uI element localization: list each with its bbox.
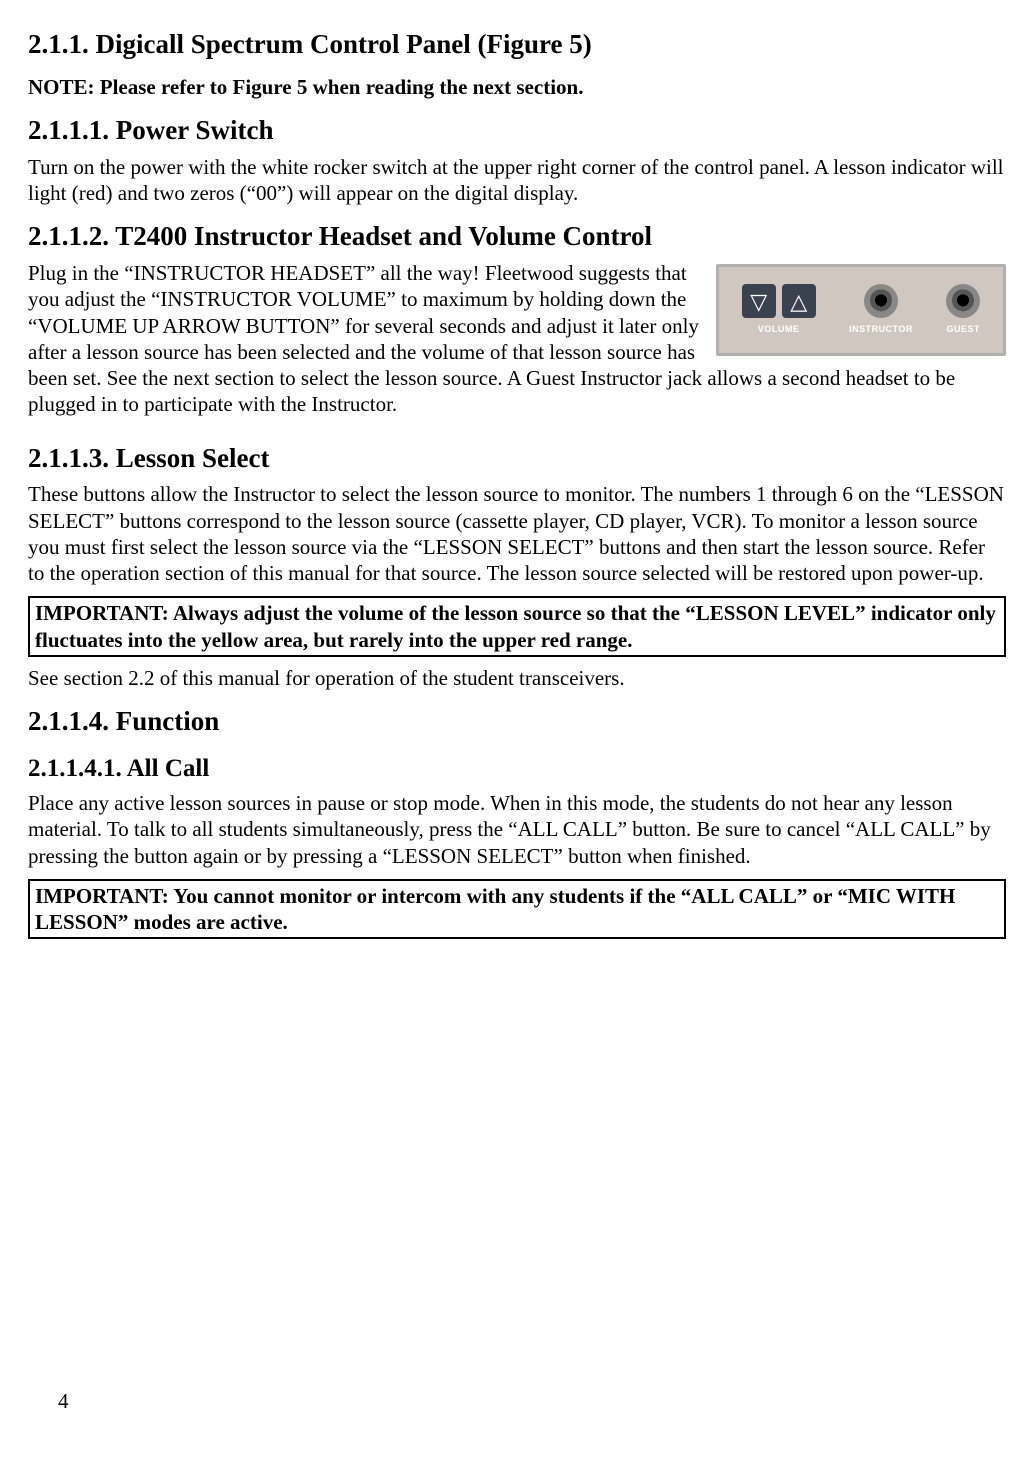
page-number: 4 <box>58 1388 69 1414</box>
important-lesson-level: IMPORTANT: Always adjust the volume of t… <box>28 596 1006 657</box>
heading-2-1-1-2: 2.1.1.2. T2400 Instructor Headset and Vo… <box>28 220 1006 254</box>
volume-up-icon: △ <box>782 284 816 318</box>
guest-jack-icon <box>946 284 980 318</box>
panel-label-volume: VOLUME <box>758 324 800 335</box>
volume-down-icon: ▽ <box>742 284 776 318</box>
heading-2-1-1-3: 2.1.1.3. Lesson Select <box>28 442 1006 476</box>
heading-2-1-1-4: 2.1.1.4. Function <box>28 705 1006 739</box>
heading-2-1-1: 2.1.1. Digicall Spectrum Control Panel (… <box>28 28 1006 62</box>
instructor-jack-icon <box>864 284 898 318</box>
body-power-switch: Turn on the power with the white rocker … <box>28 154 1006 207</box>
panel-photo: ▽ △ VOLUME INSTRUCTOR GUEST <box>716 264 1006 356</box>
heading-2-1-1-4-1: 2.1.1.4.1. All Call <box>28 753 1006 784</box>
panel-label-guest: GUEST <box>947 324 981 335</box>
heading-2-1-1-1: 2.1.1.1. Power Switch <box>28 114 1006 148</box>
important-all-call: IMPORTANT: You cannot monitor or interco… <box>28 879 1006 940</box>
panel-instructor-group: INSTRUCTOR <box>849 284 913 335</box>
panel-guest-group: GUEST <box>946 284 980 335</box>
panel-volume-group: ▽ △ VOLUME <box>742 284 816 335</box>
note-refer-figure-5: NOTE: Please refer to Figure 5 when read… <box>28 74 1006 100</box>
body-all-call: Place any active lesson sources in pause… <box>28 790 1006 869</box>
body-see-section-2-2: See section 2.2 of this manual for opera… <box>28 665 1006 691</box>
body-lesson-select: These buttons allow the Instructor to se… <box>28 481 1006 586</box>
panel-label-instructor: INSTRUCTOR <box>849 324 913 335</box>
